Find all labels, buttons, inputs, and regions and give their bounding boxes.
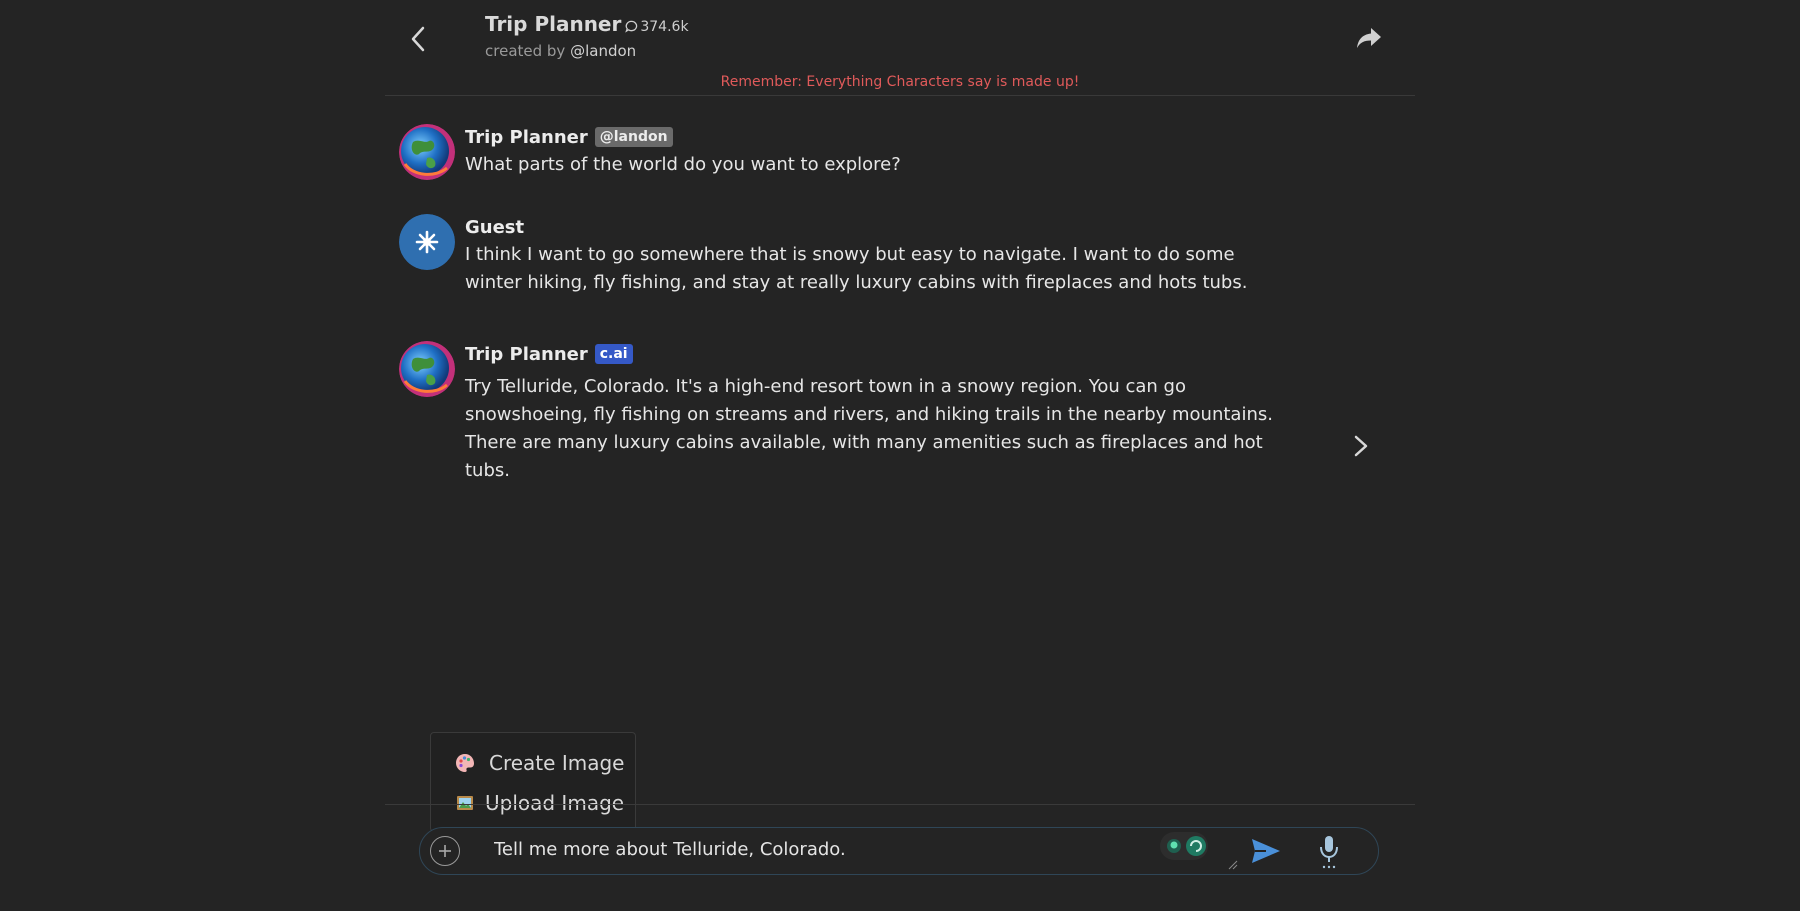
message-author: Guest [465,216,525,238]
guest-avatar[interactable] [399,214,455,270]
create-image-label: Create Image [489,751,625,775]
send-icon [1252,839,1280,863]
create-image-item[interactable]: Create Image [453,748,624,778]
message-body: Trip Planner c.ai Try Telluride, Colorad… [465,341,1285,485]
microphone-button[interactable] [1316,834,1342,870]
message-author: Trip Planner [465,126,588,148]
chat-header: Trip Planner 374.6k created by @landon Re… [385,0,1415,96]
message-header: Trip Planner @landon [465,124,1285,150]
disclaimer: Remember: Everything Characters say is m… [720,74,1080,90]
snowflake-avatar-icon [399,214,455,270]
message-text: I think I want to go somewhere that is s… [465,244,1248,293]
next-response-button[interactable] [1350,430,1372,462]
message-text: Try Telluride, Colorado. It's a high-end… [465,376,1273,481]
character-name[interactable]: Trip Planner [485,12,621,36]
created-by-label: created by [485,42,566,60]
chat-count: 374.6k [625,19,689,35]
palette-icon [453,751,477,775]
chevron-right-icon [1354,435,1368,457]
creator-tag: @landon [594,127,673,147]
message-input[interactable] [492,838,1152,861]
message-header: Trip Planner c.ai [465,341,1285,367]
resize-handle-icon[interactable] [1228,860,1238,870]
composer-divider [385,804,1415,805]
chevron-left-icon [411,26,425,52]
upload-image-label: Upload Image [485,791,625,815]
share-button[interactable] [1355,26,1385,52]
character-avatar[interactable] [399,341,455,397]
image-menu: Create Image Upload Image [430,732,636,832]
message-text: What parts of the world do you want to e… [465,154,901,175]
message-composer [419,827,1379,875]
character-avatar[interactable] [399,124,455,180]
upload-image-item[interactable]: Upload Image [453,788,624,818]
message-author: Trip Planner [465,343,588,365]
back-button[interactable] [403,22,433,56]
globe-avatar-icon [399,341,455,397]
chat-count-value: 374.6k [640,19,689,35]
chat-bubble-icon [625,20,638,33]
creator-line: created by @landon [485,42,689,60]
message-header: Guest [465,214,1285,240]
add-attachment-button[interactable] [430,836,460,866]
grammarly-widget[interactable] [1160,832,1208,860]
send-button[interactable] [1250,836,1282,866]
cai-tag: c.ai [594,344,633,364]
share-icon [1357,28,1381,48]
framed-picture-icon [453,791,477,815]
microphone-icon [1320,836,1338,869]
character-info: Trip Planner 374.6k created by @landon [485,12,689,60]
message-body: Guest I think I want to go somewhere tha… [465,214,1285,297]
globe-avatar-icon [399,124,455,180]
creator-link[interactable]: @landon [570,42,636,60]
plus-icon [439,845,451,857]
chat-panel: Trip Planner 374.6k created by @landon Re… [385,0,1415,911]
message-body: Trip Planner @landon What parts of the w… [465,124,1285,179]
grammarly-icon [1167,836,1206,856]
